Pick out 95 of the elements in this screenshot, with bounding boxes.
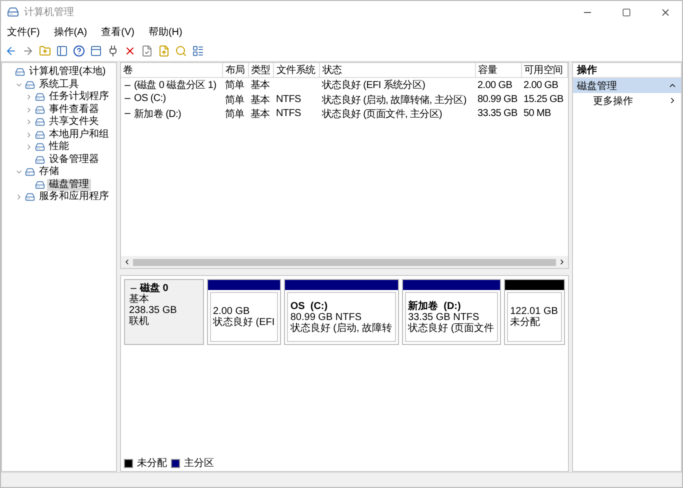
partition-block[interactable]: 新加卷 (D:) 33.35 GB NTFS 状态良好 (页面文件	[402, 279, 502, 345]
disk-type: 基本	[129, 294, 150, 305]
legend-label: 未分配	[137, 458, 167, 469]
table-cell: 15.25 GB	[524, 94, 564, 105]
disk-size: 238.35 GB	[129, 305, 178, 316]
table-cell: 33.35 GB	[478, 108, 518, 120]
table-cell: 基本	[250, 80, 270, 92]
table-cell: 简单	[224, 108, 244, 120]
menu-item[interactable]: 操作(A)	[54, 25, 88, 39]
help-icon[interactable]	[73, 45, 85, 57]
disk-status: 联机	[129, 316, 150, 327]
tree-item[interactable]: 本地用户和组	[47, 128, 111, 141]
node-icon	[35, 142, 45, 152]
maximize-icon	[622, 8, 630, 16]
window-title: 计算机管理	[24, 6, 75, 19]
list-icon[interactable]	[192, 45, 204, 57]
partition-block[interactable]: OS (C:) 80.99 GB NTFS 状态良好 (启动, 故障转	[284, 279, 400, 345]
node-icon	[35, 117, 45, 128]
table-cell: OS (C:)	[134, 93, 166, 104]
table-cell: 50 MB	[524, 108, 551, 120]
back-icon[interactable]	[5, 45, 17, 57]
partition-size: 122.01 GB	[510, 306, 559, 317]
partition-name: 新加卷 (D:)	[408, 300, 462, 312]
plug-icon[interactable]	[107, 45, 119, 57]
table-cell: 2.00 GB	[524, 80, 558, 91]
node-icon	[15, 67, 25, 78]
column-header[interactable]: 类型	[248, 63, 274, 78]
table-cell: NTFS	[276, 108, 301, 120]
tree-item[interactable]: 设备管理器	[47, 154, 101, 166]
tree-item[interactable]: 服务和应用程序	[37, 191, 111, 204]
partition-status: 状态良好 (页面文件	[408, 322, 496, 334]
table-cell: 简单	[224, 80, 244, 92]
table-cell: 基本	[250, 108, 270, 120]
table-cell: 简单	[224, 94, 244, 106]
scroll-right-icon[interactable]	[558, 258, 566, 266]
delete-icon[interactable]	[124, 45, 136, 57]
node-icon	[25, 167, 35, 178]
document-check-icon[interactable]	[141, 45, 153, 57]
action-item[interactable]: 更多操作	[573, 93, 681, 108]
column-header[interactable]: 状态	[320, 63, 476, 78]
column-header[interactable]: 卷	[121, 63, 223, 78]
tree-item[interactable]: 磁盘管理	[47, 178, 91, 191]
table-cell: 状态良好 (页面文件, 主分区)	[322, 108, 442, 120]
partition-status: 状态良好 (启动, 故障转	[290, 322, 394, 334]
partition-size: 80.99 GB NTFS	[290, 312, 363, 322]
horizontal-scrollbar[interactable]	[121, 256, 568, 268]
node-icon	[35, 92, 45, 102]
search-icon[interactable]	[175, 45, 187, 57]
scroll-left-icon[interactable]	[123, 258, 131, 266]
table-cell: NTFS	[276, 94, 301, 105]
menu-item[interactable]: 文件(F)	[7, 25, 40, 39]
collapse-icon	[668, 81, 677, 90]
tree-item[interactable]: 存储	[37, 166, 61, 178]
partition-block[interactable]: 2.00 GB 状态良好 (EFI	[207, 279, 282, 345]
tree-item[interactable]: 事件查看器	[47, 104, 101, 116]
tree-item[interactable]: 共享文件夹	[47, 116, 101, 128]
tree-item[interactable]: 系统工具	[37, 78, 81, 91]
partition-size: 2.00 GB	[213, 306, 251, 317]
partition-size: 33.35 GB NTFS	[408, 312, 480, 322]
tree-item[interactable]: 计算机管理(本地)	[27, 66, 108, 78]
menu-item[interactable]: 帮助(H)	[148, 25, 182, 39]
disk-name: 磁盘 0	[140, 283, 168, 294]
node-icon	[25, 192, 35, 202]
table-cell: 基本	[250, 94, 270, 106]
forward-icon[interactable]	[22, 45, 34, 57]
table-cell: 80.99 GB	[478, 94, 518, 105]
node-icon	[35, 154, 45, 165]
table-cell: 状态良好 (EFI 系统分区)	[322, 80, 426, 92]
node-icon	[35, 130, 45, 140]
app-icon	[7, 6, 19, 18]
menu-item[interactable]: 查看(V)	[101, 25, 134, 39]
legend-label: 主分区	[184, 458, 214, 469]
tree-item[interactable]: 任务计划程序	[47, 91, 111, 104]
column-header[interactable]: 文件系统	[274, 63, 320, 78]
partition-block[interactable]: 122.01 GB 未分配	[504, 279, 565, 345]
column-header[interactable]: 容量	[476, 63, 522, 78]
partition-name: OS (C:)	[290, 300, 329, 312]
table-cell: 2.00 GB	[478, 80, 512, 91]
partition-status: 未分配	[510, 317, 542, 328]
tree-item[interactable]: 性能	[47, 141, 71, 154]
column-header[interactable]: 布局	[222, 63, 248, 78]
node-icon	[25, 80, 35, 90]
table-cell-text: (磁盘 0 磁盘分区 1)	[134, 79, 216, 92]
node-icon	[35, 180, 45, 190]
panel-icon[interactable]	[56, 45, 68, 57]
column-header[interactable]: 可用空间	[522, 63, 568, 78]
folder-icon[interactable]	[39, 45, 51, 57]
close-icon	[660, 6, 670, 18]
actions-section[interactable]: 磁盘管理	[573, 78, 681, 93]
node-icon	[35, 104, 45, 115]
file-upload-icon[interactable]	[158, 45, 170, 57]
table-cell: 状态良好 (启动, 故障转储, 主分区)	[322, 94, 466, 106]
partition-status: 状态良好 (EFI	[213, 317, 276, 328]
table-cell-text: 新加卷 (D:)	[134, 108, 182, 120]
panel-icon[interactable]	[90, 45, 102, 57]
